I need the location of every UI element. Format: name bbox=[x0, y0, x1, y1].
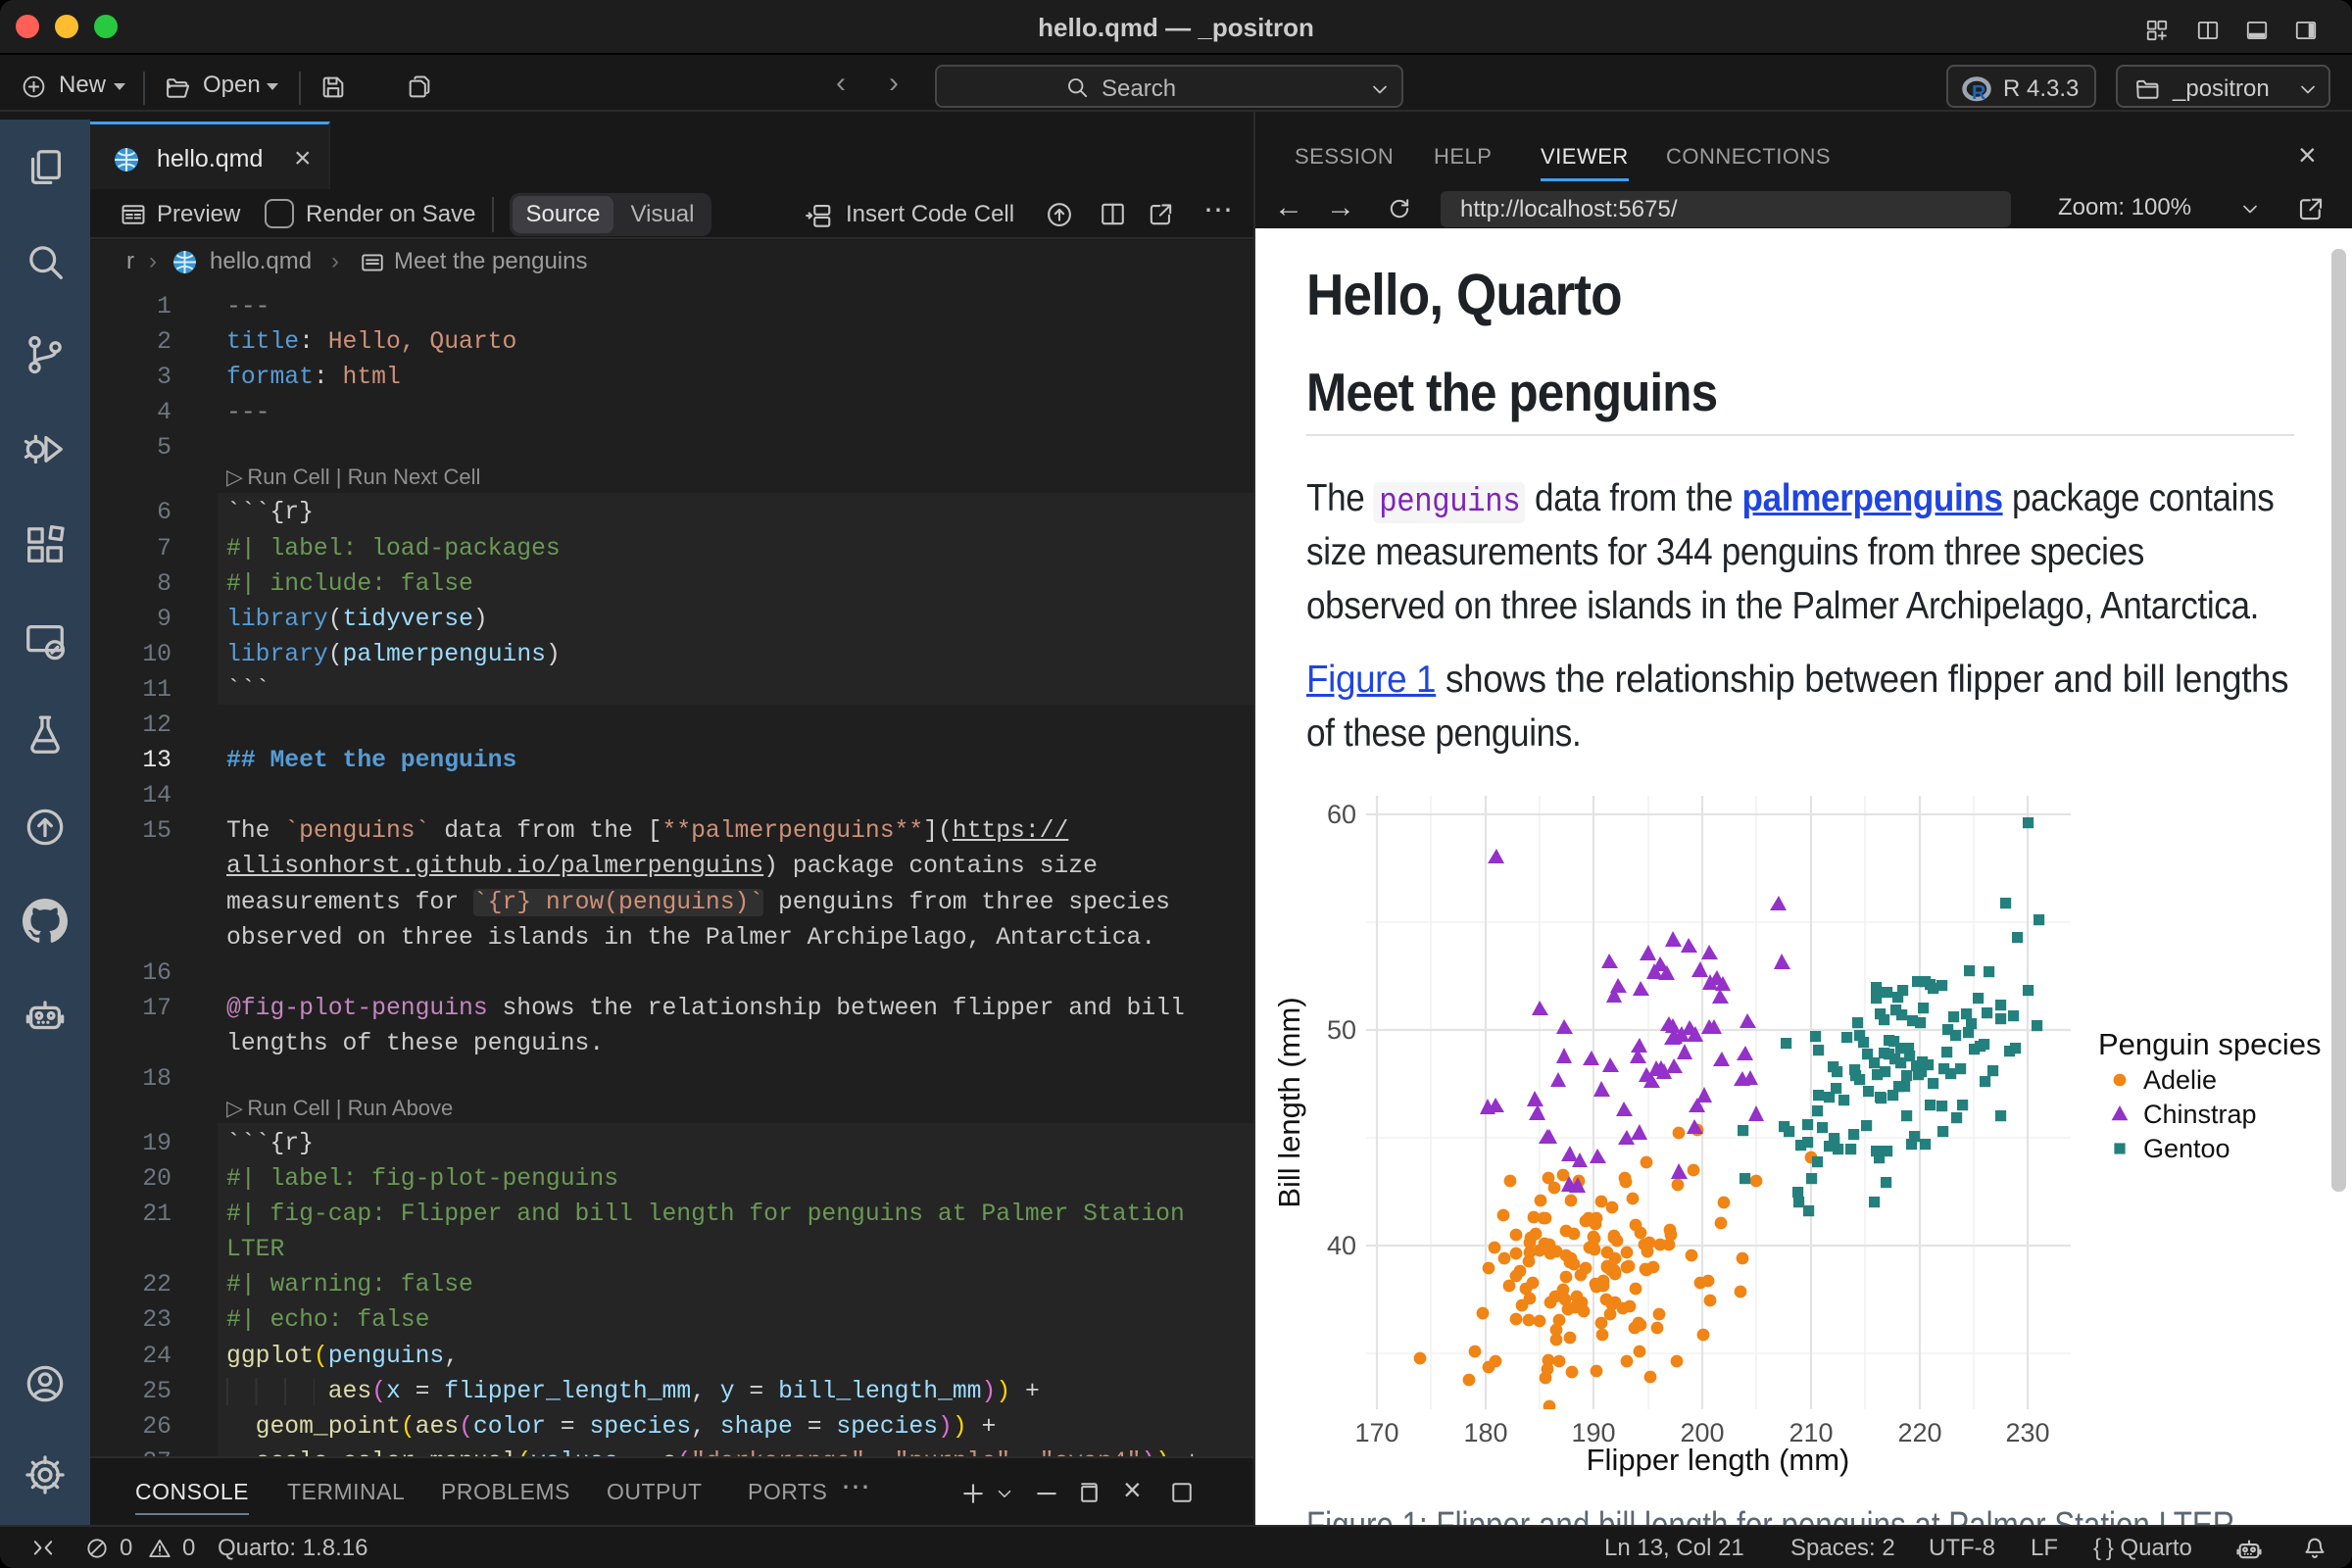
svg-text:220: 220 bbox=[1897, 1418, 1941, 1447]
svg-text:230: 230 bbox=[2005, 1418, 2049, 1447]
svg-text:Flipper length (mm): Flipper length (mm) bbox=[1587, 1443, 1850, 1477]
svg-text:50: 50 bbox=[1327, 1015, 1356, 1045]
svg-text:40: 40 bbox=[1327, 1231, 1356, 1260]
svg-text:60: 60 bbox=[1327, 800, 1356, 829]
svg-text:Gentoo: Gentoo bbox=[2143, 1134, 2230, 1163]
svg-text:170: 170 bbox=[1354, 1418, 1398, 1447]
svg-text:180: 180 bbox=[1463, 1418, 1507, 1447]
svg-text:Chinstrap: Chinstrap bbox=[2143, 1100, 2257, 1129]
svg-text:Penguin species: Penguin species bbox=[2098, 1027, 2322, 1061]
svg-text:R: R bbox=[1972, 82, 1986, 104]
svg-text:Adelie: Adelie bbox=[2143, 1065, 2217, 1095]
svg-text:Bill length (mm): Bill length (mm) bbox=[1272, 997, 1306, 1207]
